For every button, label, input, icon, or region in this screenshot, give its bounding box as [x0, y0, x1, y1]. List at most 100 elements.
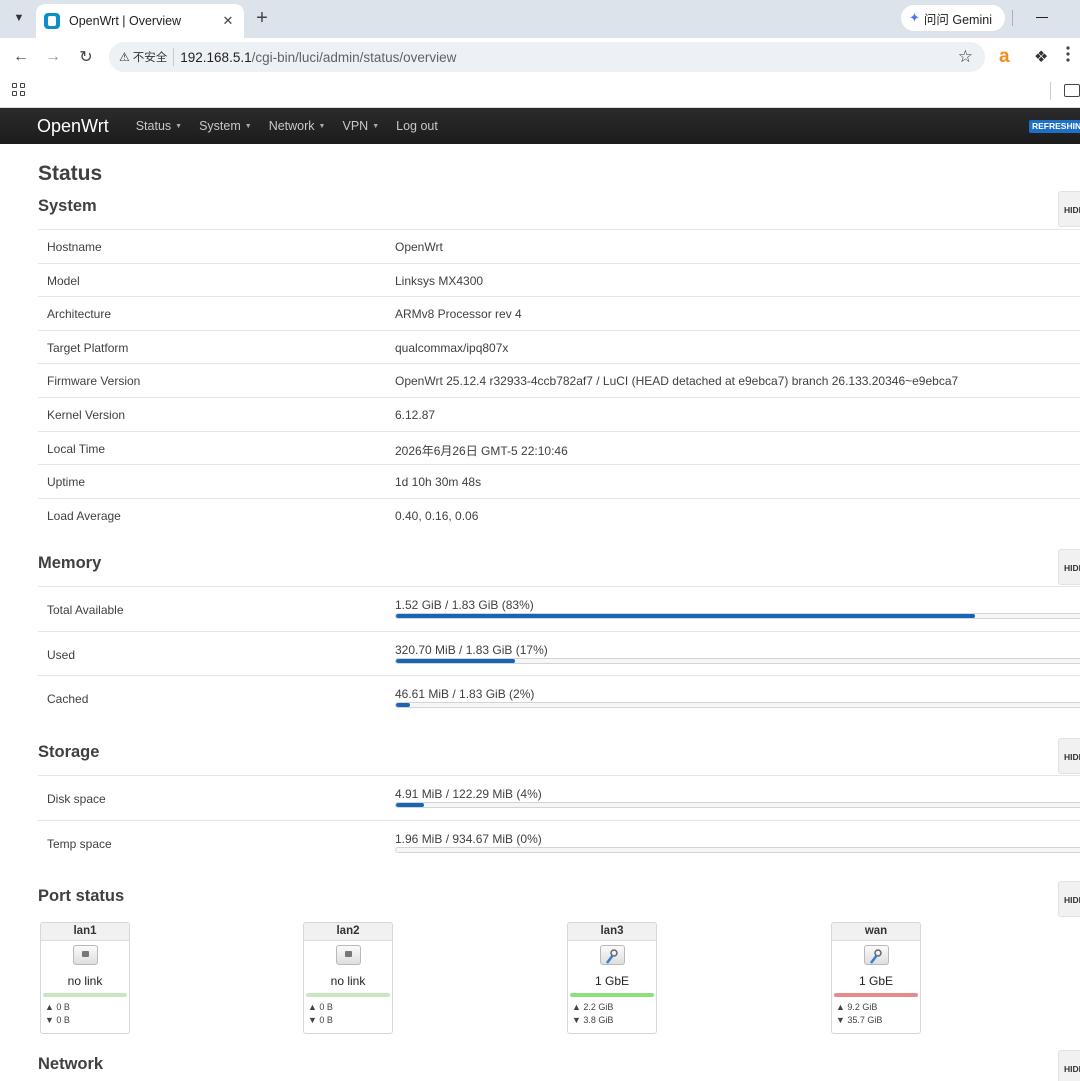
tab-search-button[interactable]: ▼: [6, 6, 32, 30]
port-rx: ▼ 0 B: [308, 1015, 333, 1025]
table-row: Architecture ARMv8 Processor rev 4: [38, 296, 1080, 330]
hide-network-button[interactable]: HIDE: [1058, 1050, 1080, 1081]
menu-status[interactable]: Status ▼: [136, 119, 182, 133]
sparkle-icon: ✦: [909, 10, 920, 25]
row-value: OpenWrt 25.12.4 r32933-4ccb782af7 / LuCI…: [395, 374, 959, 389]
port-status-list: lan1 no link ▲ 0 B ▼ 0 B lan2 no link ▲ …: [40, 922, 1080, 1034]
storage-table: Disk space 4.91 MiB / 122.29 MiB (4%) Te…: [38, 775, 1080, 864]
row-value: ARMv8 Processor rev 4: [395, 307, 522, 322]
browser-toolbar: ← → ↻ ⚠ 不安全 192.168.5.1/cgi-bin/luci/adm…: [0, 38, 1080, 76]
caret-down-icon: ▼: [318, 122, 326, 130]
table-row: Kernel Version 6.12.87: [38, 396, 1080, 431]
port-name: lan1: [41, 923, 129, 941]
table-row: Uptime 1d 10h 30m 48s: [38, 464, 1080, 498]
bookmarks-divider: [1050, 82, 1051, 100]
row-value: 320.70 MiB / 1.83 GiB (17%): [395, 642, 548, 657]
port-name: lan2: [304, 923, 392, 941]
menu-network[interactable]: Network ▼: [269, 119, 326, 133]
row-key: Kernel Version: [47, 407, 126, 422]
browser-tab-active[interactable]: OpenWrt | Overview ✕: [36, 4, 244, 38]
row-value: qualcommax/ipq807x: [395, 340, 509, 355]
url-host: 192.168.5.1: [180, 49, 252, 65]
row-key: Cached: [47, 692, 89, 707]
port-card-lan3[interactable]: lan3 1 GbE ▲ 2.2 GiB ▼ 3.8 GiB: [567, 922, 657, 1034]
row-value: 1.52 GiB / 1.83 GiB (83%): [395, 598, 534, 612]
memory-table: Total Available 1.52 GiB / 1.83 GiB (83%…: [38, 586, 1080, 720]
kebab-menu-icon[interactable]: [1066, 46, 1080, 66]
address-bar[interactable]: ⚠ 不安全 192.168.5.1/cgi-bin/luci/admin/sta…: [109, 42, 985, 72]
hide-memory-button[interactable]: HIDE: [1058, 549, 1080, 585]
hide-system-button[interactable]: HIDE: [1058, 191, 1080, 227]
caret-down-icon: ▼: [244, 122, 252, 130]
progress-fill: [396, 703, 410, 708]
ethernet-connected-icon: [600, 945, 625, 965]
table-row: Cached 46.61 MiB / 1.83 GiB (2%): [38, 675, 1080, 720]
row-key: Model: [47, 273, 80, 288]
row-key: Uptime: [47, 475, 86, 490]
port-rx: ▼ 3.8 GiB: [572, 1015, 614, 1025]
table-row: Hostname OpenWrt: [38, 229, 1080, 263]
row-value: 2026年6月26日 GMT-5 22:10:46: [395, 443, 568, 458]
table-row: Temp space 1.96 MiB / 934.67 MiB (0%): [38, 819, 1080, 865]
port-speed: 1 GbE: [858, 974, 894, 988]
ethernet-port-icon: [73, 945, 98, 965]
menu-status-label: Status: [135, 119, 172, 133]
tab-title: OpenWrt | Overview: [69, 14, 182, 28]
back-arrow-icon[interactable]: ←: [8, 44, 34, 70]
table-row: Total Available 1.52 GiB / 1.83 GiB (83%…: [38, 586, 1080, 631]
port-name: wan: [832, 923, 920, 941]
progress-bar: [395, 613, 1080, 619]
progress-bar: [395, 802, 1080, 808]
page-title: Status: [38, 162, 103, 185]
row-key: Disk space: [47, 792, 106, 806]
row-value: OpenWrt: [395, 240, 443, 254]
apps-grid-icon[interactable]: [12, 83, 26, 97]
extension-a-icon[interactable]: a: [999, 46, 1010, 68]
bookmark-star-icon[interactable]: ☆: [958, 47, 973, 67]
security-label: 不安全: [132, 52, 168, 64]
url-text[interactable]: 192.168.5.1/cgi-bin/luci/admin/status/ov…: [180, 50, 456, 65]
url-path: /cgi-bin/luci/admin/status/overview: [251, 49, 457, 65]
port-tx: ▲ 9.2 GiB: [836, 1002, 878, 1012]
row-key: Load Average: [47, 508, 121, 523]
brand-logo[interactable]: OpenWrt: [37, 116, 109, 137]
menu-network-label: Network: [268, 119, 315, 133]
menu-system[interactable]: System ▼: [199, 119, 252, 133]
hide-ports-button[interactable]: HIDE: [1058, 881, 1080, 917]
menu-vpn[interactable]: VPN ▼: [342, 119, 379, 133]
progress-fill: [396, 658, 515, 663]
security-chip[interactable]: ⚠ 不安全: [119, 48, 175, 66]
ask-gemini-button[interactable]: ✦ 问问 Gemini: [901, 5, 1005, 31]
progress-fill: [396, 803, 424, 807]
row-key: Used: [47, 647, 76, 662]
row-key: Temp space: [47, 836, 112, 851]
section-title-port-status: Port status: [38, 887, 125, 905]
row-value: 4.91 MiB / 122.29 MiB (4%): [395, 787, 542, 801]
browser-tabstrip: ▼ OpenWrt | Overview ✕ + ✦ 问问 Gemini: [0, 0, 1080, 38]
refreshing-badge[interactable]: REFRESHING: [1029, 120, 1080, 133]
bookmarks-bar: [0, 76, 1080, 108]
port-card-wan[interactable]: wan 1 GbE ▲ 9.2 GiB ▼ 35.7 GiB: [831, 922, 921, 1034]
forward-arrow-icon[interactable]: →: [40, 44, 66, 70]
progress-bar: [395, 657, 1080, 664]
row-value: 6.12.87: [395, 407, 436, 422]
close-icon[interactable]: ✕: [220, 13, 236, 29]
port-card-lan1[interactable]: lan1 no link ▲ 0 B ▼ 0 B: [40, 922, 130, 1034]
progress-bar: [395, 846, 1080, 853]
extensions-puzzle-icon[interactable]: ❖: [1034, 47, 1048, 67]
ethernet-connected-icon: [864, 945, 889, 965]
folder-icon[interactable]: [1064, 84, 1080, 97]
table-row: Load Average 0.40, 0.16, 0.06: [38, 497, 1080, 532]
row-key: Local Time: [47, 441, 106, 456]
minimize-icon[interactable]: [1036, 17, 1048, 18]
table-row: Disk space 4.91 MiB / 122.29 MiB (4%): [38, 775, 1080, 820]
caret-down-icon: ▼: [175, 122, 183, 130]
hide-storage-button[interactable]: HIDE: [1058, 738, 1080, 774]
menu-logout[interactable]: Log out: [396, 119, 438, 133]
new-tab-button[interactable]: +: [250, 5, 274, 31]
openwrt-favicon-icon: [44, 13, 60, 29]
reload-icon[interactable]: ↻: [73, 44, 99, 70]
port-card-lan2[interactable]: lan2 no link ▲ 0 B ▼ 0 B: [303, 922, 393, 1034]
ethernet-port-icon: [336, 945, 361, 965]
main-content: Status System HIDE Hostname OpenWrt Model…: [0, 144, 1080, 1081]
